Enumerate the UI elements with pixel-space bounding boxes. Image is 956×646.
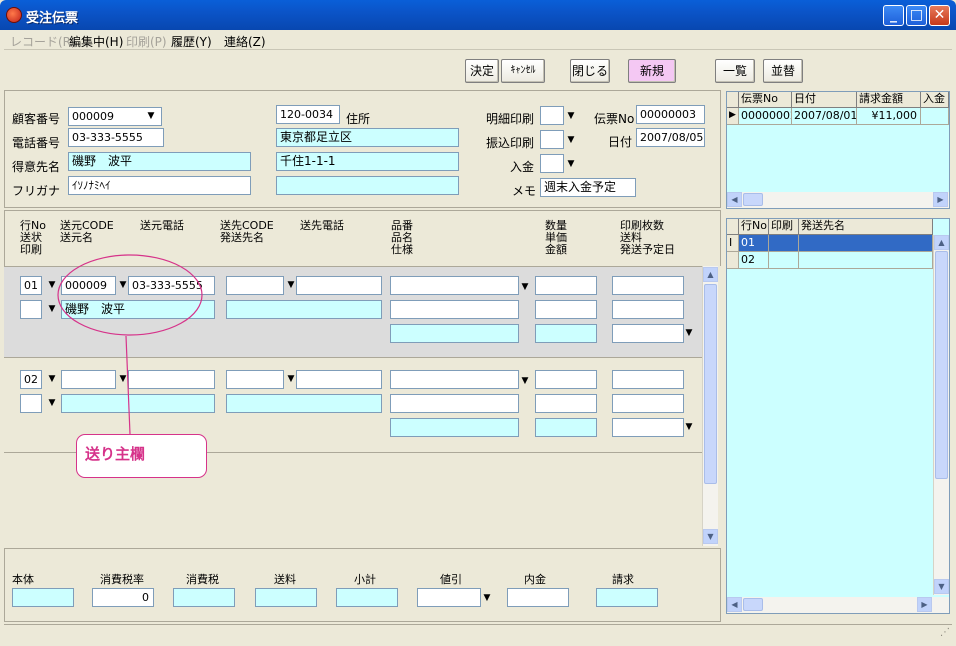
ship-list-header[interactable]: 行No [739, 219, 769, 235]
order-slip-window: 受注伝票 _ □ ✕ レコード(R) 編集中(H) 印刷(P) 履歴(Y) 連絡… [0, 0, 956, 646]
ship-list-cell[interactable] [769, 235, 799, 252]
ship-list-hscroll[interactable]: ◀ ▶ [727, 597, 949, 613]
tax-rate-field[interactable]: 0 [92, 588, 154, 607]
ship-list-header[interactable]: 印刷 [769, 219, 799, 235]
callout-ellipse [57, 254, 203, 336]
ship-list-cell[interactable] [799, 252, 933, 269]
slip-list-corner [727, 92, 739, 108]
slip-list-header[interactable]: 伝票No [739, 92, 792, 108]
scroll-left-icon[interactable]: ◀ [727, 192, 742, 207]
invoice-field[interactable] [596, 588, 658, 607]
text-cursor-icon: I [727, 235, 739, 252]
slip-list-cell[interactable]: ¥11,000 [857, 108, 921, 125]
sender-area-annotation: 送り主欄 [76, 434, 207, 478]
slip-list-cell[interactable]: 2007/08/01 [792, 108, 857, 125]
status-bar: ⋰ [4, 624, 952, 642]
scroll-up-icon[interactable]: ▲ [934, 235, 949, 250]
scroll-down-icon[interactable]: ▼ [934, 579, 949, 594]
ship-list-cell[interactable]: 01 [739, 235, 769, 252]
tax-rate-label: 消費税率 [100, 573, 144, 586]
scroll-left-icon[interactable]: ◀ [727, 597, 742, 612]
slip-list[interactable]: 伝票No 日付 請求金額 入金 ▶ 00000002 2007/08/01 ¥1… [726, 91, 950, 209]
scroll-thumb[interactable] [935, 251, 948, 479]
tax-label: 消費税 [186, 573, 219, 586]
slip-list-header[interactable]: 請求金額 [857, 92, 921, 108]
tax-field[interactable] [173, 588, 235, 607]
row-pointer-icon: ▶ [727, 108, 739, 125]
shipping-field[interactable] [255, 588, 317, 607]
ship-list-header[interactable]: 発送先名 [799, 219, 933, 235]
scroll-thumb[interactable] [743, 598, 763, 611]
shipping-label: 送料 [274, 573, 296, 586]
deposit-label: 内金 [524, 573, 546, 586]
discount-select[interactable] [417, 588, 481, 607]
ship-list-row-marker [727, 252, 739, 269]
ship-list-vscroll[interactable]: ▲ ▼ [933, 235, 949, 595]
ship-list[interactable]: 行No 印刷 発送先名 I 01 02 ▲ ▼ ◀ ▶ [726, 218, 950, 614]
dropdown-arrow-icon[interactable]: ▼ [482, 593, 492, 603]
subtotal-label: 小計 [354, 573, 376, 586]
slip-list-cell[interactable]: 00000002 [739, 108, 792, 125]
scroll-right-icon[interactable]: ▶ [933, 192, 948, 207]
discount-label: 値引 [440, 573, 462, 586]
body-label: 本体 [12, 573, 34, 586]
ship-list-corner [727, 219, 739, 235]
slip-list-header[interactable]: 日付 [792, 92, 857, 108]
slip-list-hscroll[interactable]: ◀ ▶ [727, 192, 949, 208]
slip-list-cell[interactable] [921, 108, 949, 125]
ship-list-cell[interactable] [769, 252, 799, 269]
ship-list-cell[interactable] [799, 235, 933, 252]
resize-grip-icon[interactable]: ⋰ [940, 627, 950, 638]
subtotal-field[interactable] [336, 588, 398, 607]
invoice-label: 請求 [612, 573, 634, 586]
scroll-right-icon[interactable]: ▶ [917, 597, 932, 612]
scroll-thumb[interactable] [743, 193, 763, 206]
deposit-field[interactable] [507, 588, 569, 607]
body-field[interactable] [12, 588, 74, 607]
slip-list-header[interactable]: 入金 [921, 92, 949, 108]
ship-list-cell[interactable]: 02 [739, 252, 769, 269]
callout-line [125, 335, 131, 435]
